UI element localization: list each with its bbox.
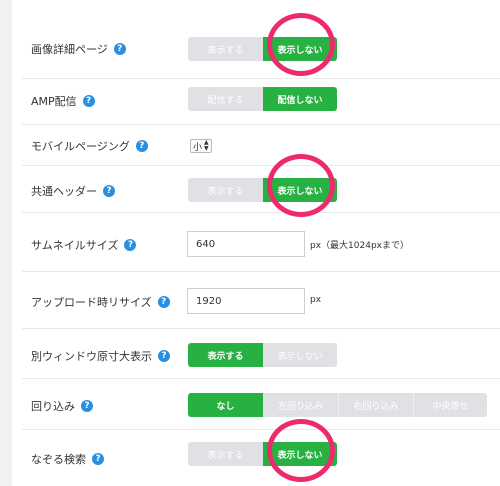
setting-label-wrap: 回り込み ?	[31, 398, 93, 414]
setting-label-text: モバイルページング	[31, 140, 130, 153]
help-icon[interactable]: ?	[103, 185, 115, 197]
row-divider	[22, 328, 500, 329]
setting-label-text: 画像詳細ページ	[31, 43, 108, 56]
help-icon[interactable]: ?	[135, 140, 148, 152]
center-option[interactable]: 中央寄せ	[413, 393, 487, 417]
show-option[interactable]: 表示する	[188, 343, 263, 367]
setting-label-new-window: 別ウィンドウ原寸大表示 ?	[31, 348, 170, 364]
setting-label-text: サムネイルサイズ	[31, 239, 119, 252]
row-divider	[22, 429, 500, 430]
trace-search-toggle: 表示する 表示しない	[188, 442, 337, 466]
setting-label-common-header: 共通ヘッダー ?	[31, 183, 115, 199]
setting-label-text: 別ウィンドウ原寸大表示	[31, 350, 152, 363]
help-icon[interactable]: ?	[92, 453, 104, 465]
setting-label-upload-resize: アップロード時リサイズ ?	[31, 294, 170, 310]
show-option[interactable]: 表示する	[188, 37, 263, 61]
wrap-toggle: なし 左回り込み 右回り込み 中央寄せ	[188, 393, 487, 417]
row-divider	[22, 78, 500, 79]
setting-label-amp: AMP配信 ?	[31, 93, 95, 109]
mobile-paging-select[interactable]: 小 ▲ ▼	[190, 139, 212, 153]
left-rail	[0, 0, 12, 486]
row-divider	[22, 271, 500, 272]
help-icon[interactable]: ?	[157, 296, 170, 308]
thumbnail-size-unit: px（最大1024pxまで）	[310, 241, 409, 251]
setting-label-text: アップロード時リサイズ	[31, 296, 152, 309]
deliver-option[interactable]: 配信する	[188, 87, 263, 111]
amp-toggle: 配信する 配信しない	[188, 87, 337, 111]
hide-option[interactable]: 表示しない	[263, 178, 337, 202]
none-option[interactable]: なし	[188, 393, 263, 417]
row-divider	[22, 165, 500, 166]
new-window-toggle: 表示する 表示しない	[188, 343, 337, 367]
image-detail-toggle: 表示する 表示しない	[188, 37, 337, 61]
setting-label-thumbnail-size: サムネイルサイズ ?	[31, 237, 137, 253]
setting-label-trace-search: なぞる検索 ?	[31, 451, 104, 467]
setting-label-text: 回り込み	[31, 400, 75, 413]
select-value: 小	[193, 142, 203, 153]
setting-label-text: AMP配信	[31, 95, 77, 108]
row-divider	[22, 212, 500, 213]
help-icon[interactable]: ?	[158, 350, 170, 362]
setting-label-image-detail: 画像詳細ページ ?	[31, 41, 126, 57]
help-icon[interactable]: ?	[113, 43, 126, 55]
hide-option[interactable]: 表示しない	[263, 442, 337, 466]
common-header-toggle: 表示する 表示しない	[188, 178, 337, 202]
no-deliver-option[interactable]: 配信しない	[263, 87, 337, 111]
thumbnail-size-input[interactable]: 640	[187, 231, 305, 257]
row-divider	[22, 378, 500, 379]
setting-label-text: 共通ヘッダー	[31, 185, 97, 198]
hide-option[interactable]: 表示しない	[263, 343, 337, 367]
wrap-right-option[interactable]: 右回り込み	[338, 393, 413, 417]
row-divider	[22, 124, 500, 125]
up-down-arrows-icon: ▲ ▼	[204, 139, 209, 152]
setting-label-text: なぞる検索	[31, 453, 86, 466]
upload-resize-input[interactable]: 1920	[187, 288, 305, 314]
hide-option[interactable]: 表示しない	[263, 37, 337, 61]
help-icon[interactable]: ?	[81, 400, 93, 412]
show-option[interactable]: 表示する	[188, 178, 263, 202]
setting-label-mobile-paging: モバイルページング ?	[31, 138, 148, 154]
help-icon[interactable]: ?	[82, 95, 95, 107]
help-icon[interactable]: ?	[124, 239, 137, 251]
wrap-left-option[interactable]: 左回り込み	[263, 393, 338, 417]
upload-resize-unit: px	[310, 295, 322, 305]
show-option[interactable]: 表示する	[188, 442, 263, 466]
